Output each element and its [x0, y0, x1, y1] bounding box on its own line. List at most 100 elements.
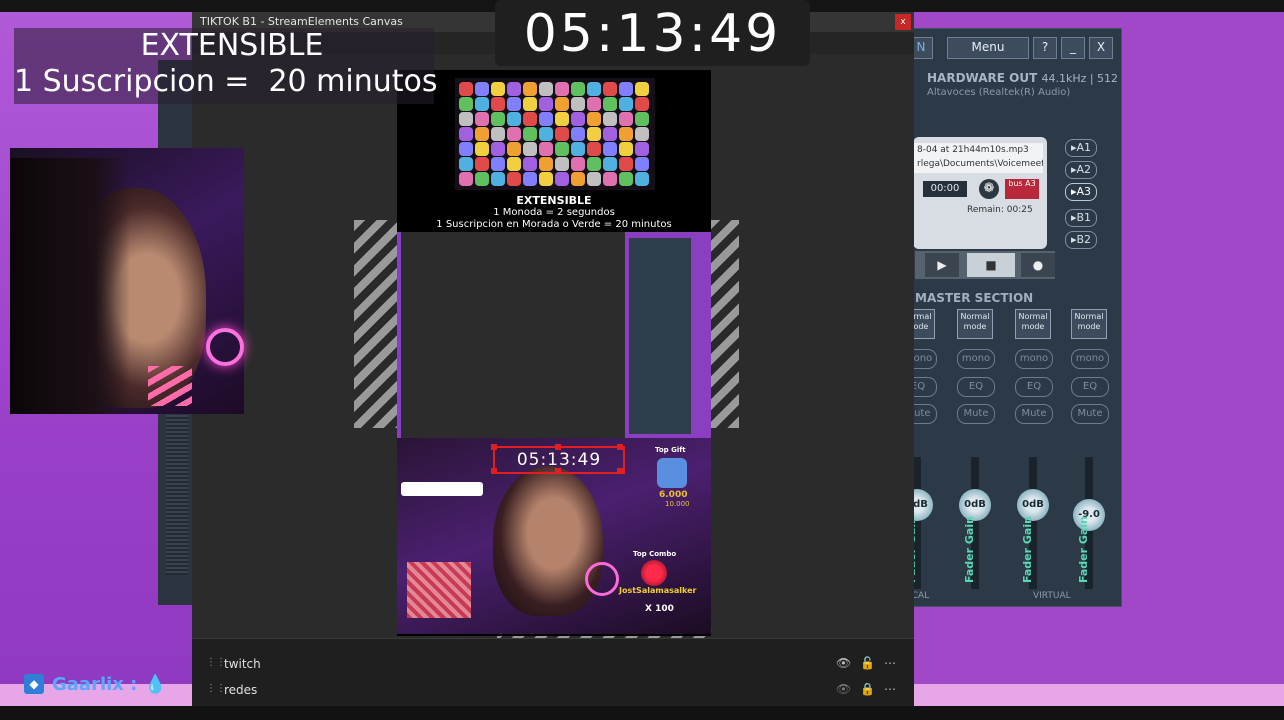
window-close-button[interactable]: x — [895, 14, 911, 30]
out-b1-label: B1 — [1076, 211, 1092, 224]
emote-icon — [507, 112, 521, 126]
hw-device-label[interactable]: Altavoces (Realtek(R) Audio) — [927, 87, 1070, 98]
out-button-b1[interactable]: ▸B1 — [1065, 209, 1097, 227]
vm-menu-button[interactable]: Menu — [947, 37, 1029, 59]
lock-icon[interactable]: 🔒 — [860, 682, 875, 696]
selected-timer-widget[interactable]: 05:13:49 — [491, 444, 625, 474]
stage-line-2: 1 Suscripcion en Morada o Verde = 20 min… — [436, 219, 672, 230]
drag-handle-icon[interactable]: ⋮⋮ — [206, 657, 226, 668]
emote-icon — [475, 142, 489, 156]
file-path: rlega\Documents\Voicemeeter — [917, 159, 1043, 169]
emote-icon — [539, 172, 553, 186]
resize-handle[interactable] — [555, 444, 561, 450]
emote-icon — [459, 127, 473, 141]
ring-light — [206, 328, 244, 366]
gift-icon — [657, 458, 687, 488]
emote-icon — [523, 127, 537, 141]
nested-window — [401, 232, 625, 438]
eq-button[interactable]: EQ — [957, 377, 995, 397]
resize-handle[interactable] — [617, 444, 623, 450]
ring-light — [585, 562, 619, 596]
voicemeeter-panel: N Menu ? _ X HARDWARE OUT 44.1kHz | 512 … — [899, 28, 1122, 607]
source-row-twitch[interactable]: ⋮⋮ twitch 👁 🔓 ⋯ — [192, 653, 914, 677]
vm-strip-2: Normal mode mono EQ Mute 0dB Fader Gain — [955, 309, 997, 599]
top-gift-label: Top Gift — [655, 446, 686, 454]
emote-icon — [459, 112, 473, 126]
fader-gain-label: Fader Gain — [1077, 516, 1090, 584]
hardware-out-label: HARDWARE OUT 44.1kHz | 512 — [927, 71, 1118, 85]
emote-icon — [459, 142, 473, 156]
gift-coins: 6.000 — [659, 490, 688, 500]
mono-button[interactable]: mono — [1071, 349, 1109, 369]
vm-close-button[interactable]: X — [1089, 37, 1113, 59]
mute-button[interactable]: Mute — [1015, 404, 1053, 424]
mono-button[interactable]: mono — [1015, 349, 1053, 369]
out-button-a1[interactable]: ▸A1 — [1065, 139, 1097, 157]
selection-hatch-left — [354, 220, 398, 428]
drag-handle-icon[interactable]: ⋮⋮ — [206, 683, 226, 694]
overlay-subtitle: 1 Suscripcion = 20 minutos — [14, 64, 438, 99]
emote-icon — [587, 127, 601, 141]
out-a1-label: A1 — [1076, 141, 1092, 154]
emote-icon — [459, 82, 473, 96]
mode-button[interactable]: Normal mode — [957, 309, 993, 339]
drop-icon: 💧 — [144, 674, 167, 695]
emote-icon — [555, 157, 569, 171]
eq-button[interactable]: EQ — [1071, 377, 1109, 397]
mute-button[interactable]: Mute — [1071, 404, 1109, 424]
bus-a3-badge[interactable]: bus A3 — [1005, 179, 1039, 199]
vm-help-button[interactable]: ? — [1033, 37, 1057, 59]
emote-icon — [459, 97, 473, 111]
out-button-b2[interactable]: ▸B2 — [1065, 231, 1097, 249]
emote-icon — [635, 97, 649, 111]
combo-user: JostSalamasalker — [619, 586, 697, 595]
emote-icon — [603, 157, 617, 171]
emote-icon — [459, 172, 473, 186]
play-icon[interactable]: ▶ — [925, 253, 959, 277]
canvas-stage[interactable]: EXTENSIBLE 1 Monoda = 2 segundos 1 Suscr… — [397, 70, 711, 636]
gift-animation — [407, 562, 471, 618]
emote-icon — [507, 142, 521, 156]
emote-icon — [555, 97, 569, 111]
emote-icon — [635, 112, 649, 126]
live-badge — [401, 482, 483, 496]
resize-handle[interactable] — [491, 444, 497, 450]
emote-icon — [571, 142, 585, 156]
emote-icon — [491, 112, 505, 126]
eye-icon[interactable]: 👁 — [836, 656, 851, 670]
recorder-time: 00:00 — [923, 181, 967, 197]
resize-handle[interactable] — [617, 468, 623, 474]
emote-icon — [619, 157, 633, 171]
emote-icon — [539, 142, 553, 156]
record-icon[interactable]: ● — [1021, 253, 1055, 277]
virtual-label: VIRTUAL — [1033, 591, 1071, 601]
emote-icon — [491, 127, 505, 141]
eye-off-icon[interactable]: 👁 — [836, 682, 851, 696]
mute-button[interactable]: Mute — [957, 404, 995, 424]
emote-icon — [635, 142, 649, 156]
out-button-a3[interactable]: ▸A3 — [1065, 183, 1097, 201]
mono-button[interactable]: mono — [957, 349, 995, 369]
selection-hatch-right — [709, 220, 739, 428]
more-icon[interactable]: ⋯ — [884, 656, 896, 670]
unlock-icon[interactable]: 🔓 — [860, 656, 875, 670]
mode-button[interactable]: Normal mode — [1015, 309, 1051, 339]
rose-icon — [641, 560, 667, 586]
emote-icon — [603, 82, 617, 96]
vm-minimize-button[interactable]: _ — [1061, 37, 1085, 59]
resize-handle[interactable] — [555, 468, 561, 474]
recorder-file: 8-04 at 21h44m10s.mp3 rlega\Documents\Voi… — [913, 143, 1043, 173]
stop-icon[interactable]: ■ — [967, 253, 1015, 277]
emote-icon — [507, 97, 521, 111]
out-button-a2[interactable]: ▸A2 — [1065, 161, 1097, 179]
emote-icon — [475, 82, 489, 96]
emote-icon — [619, 97, 633, 111]
resize-handle[interactable] — [491, 468, 497, 474]
source-row-redes[interactable]: ⋮⋮ redes 👁 🔒 ⋯ — [192, 679, 914, 703]
stage-webcam: Top Gift 6.000 10.000 Top Combo JostSala… — [397, 438, 711, 634]
mode-button[interactable]: Normal mode — [1071, 309, 1107, 339]
more-icon[interactable]: ⋯ — [884, 682, 896, 696]
emote-icon — [507, 82, 521, 96]
eq-button[interactable]: EQ — [1015, 377, 1053, 397]
gear-icon[interactable]: ❁ — [979, 179, 999, 199]
